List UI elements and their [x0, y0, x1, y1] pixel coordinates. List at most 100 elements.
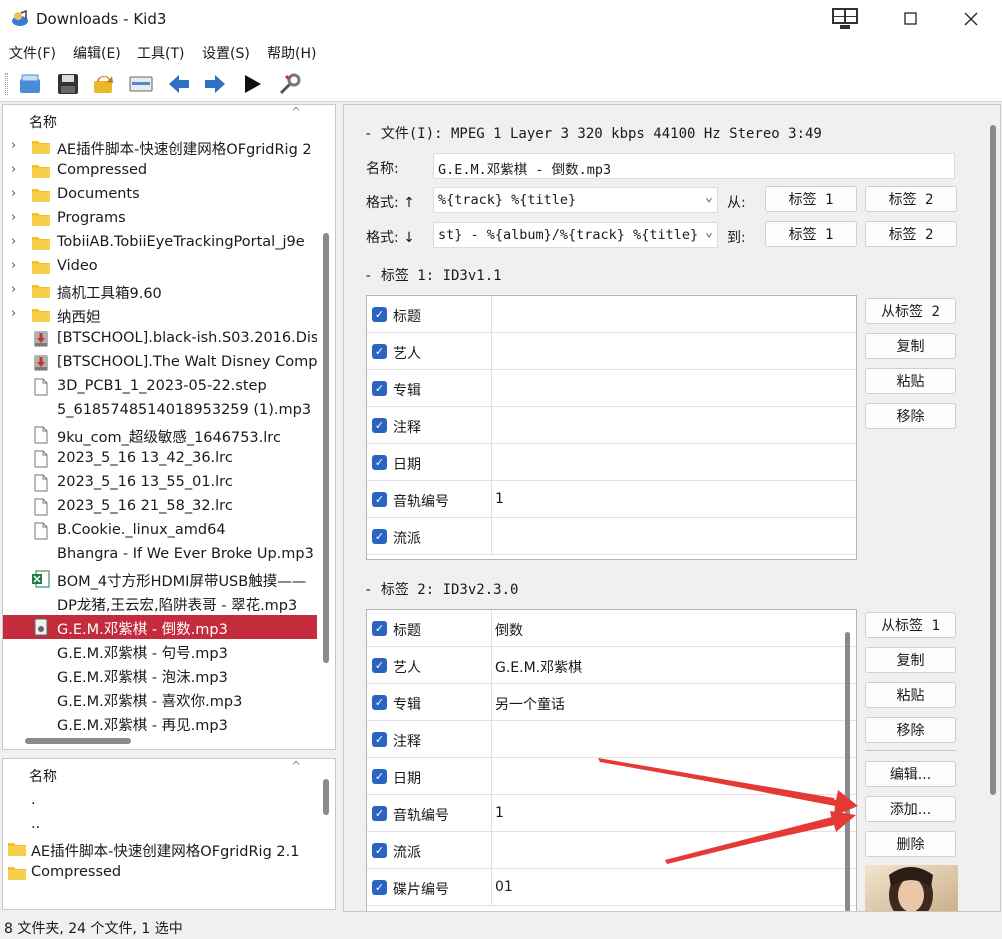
tag-field-row[interactable]: ✓ 注释 [367, 721, 856, 758]
tag2-from-filename-button[interactable]: 标签 2 [865, 221, 957, 247]
maximize-button[interactable] [888, 0, 934, 38]
cover-art-image[interactable] [865, 865, 958, 912]
checkbox-checked-icon[interactable]: ✓ [372, 529, 387, 544]
format-to-tag-combo[interactable]: st} - %{album}/%{track} %{title} ⌄ [433, 222, 718, 248]
tag2-remove-button[interactable]: 移除 [865, 717, 956, 743]
file-tree-row[interactable]: G.E.M.邓紫棋 - 喜欢你.mp3 [3, 687, 317, 711]
tag-field-row[interactable]: ✓ 艺人 G.E.M.邓紫棋 [367, 647, 856, 684]
file-tree-hscrollbar[interactable] [25, 738, 131, 744]
tag2-section-header[interactable]: - 标签 2: ID3v2.3.0 [364, 579, 518, 599]
open-button[interactable] [16, 70, 44, 98]
file-tree-row[interactable]: G.E.M.邓紫棋 - 再见.mp3 [3, 711, 317, 735]
close-button[interactable] [948, 0, 994, 38]
tag2-delete-button[interactable]: 删除 [865, 831, 956, 857]
tag1-table[interactable]: ✓ 标题 ✓ 艺人 ✓ 专辑 ✓ 注释 ✓ 日期 ✓ 音轨编号 1 ✓ 流派 [366, 295, 857, 560]
directory-list[interactable]: 名称 ^ ... AE插件脚本-快速创建网格OFgridRig 2.1 Compre… [2, 758, 336, 910]
tag-field-row[interactable]: ✓ 日期 [367, 444, 856, 481]
tag-field-row[interactable]: ✓ 专辑 [367, 370, 856, 407]
file-tree-row[interactable]: 5_6185748514018953259 (1).mp3 [3, 399, 317, 423]
tag1-remove-button[interactable]: 移除 [865, 403, 956, 429]
tag2-copy-button[interactable]: 复制 [865, 647, 956, 673]
file-tree-row[interactable]: › Documents [3, 183, 317, 207]
menu-edit[interactable]: 编辑(E) [73, 43, 121, 63]
tag-field-row[interactable]: ✓ 流派 [367, 832, 856, 869]
file-tree-row[interactable]: G.E.M.邓紫棋 - 句号.mp3 [3, 639, 317, 663]
tag2-table[interactable]: ✓ 标题 倒数 ✓ 艺人 G.E.M.邓紫棋 ✓ 专辑 另一个童话 ✓ 注释 ✓ 日期 ✓ 音轨编号 1 ✓ 流派… [366, 609, 857, 911]
tag1-paste-button[interactable]: 粘贴 [865, 368, 956, 394]
file-tree-row[interactable]: [BTSCHOOL].The Walt Disney Comp [3, 351, 317, 375]
checkbox-checked-icon[interactable]: ✓ [372, 418, 387, 433]
file-tree-row[interactable]: 2023_5_16 21_58_32.lrc [3, 495, 317, 519]
tag-field-row[interactable]: ✓ 注释 [367, 407, 856, 444]
tag-field-row[interactable]: ✓ 艺人 [367, 333, 856, 370]
tag1-copy-button[interactable]: 复制 [865, 333, 956, 359]
dir-list-row[interactable]: Compressed [3, 861, 317, 885]
filelist-button[interactable] [127, 70, 155, 98]
dir-list-row[interactable]: . [3, 789, 317, 813]
overlay-button[interactable] [822, 0, 868, 38]
file-tree-row[interactable]: Bhangra - If We Ever Broke Up.mp3 [3, 543, 317, 567]
revert-button[interactable] [89, 70, 117, 98]
file-tree-row[interactable]: › 搞机工具箱9.60 [3, 279, 317, 303]
file-tree-row[interactable]: 9ku_com_超级敏感_1646753.lrc [3, 423, 317, 447]
tag-field-value[interactable]: 1 [495, 805, 504, 821]
file-tree-row[interactable]: G.E.M.邓紫棋 - 泡沫.mp3 [3, 663, 317, 687]
tag1-from-tag2-button[interactable]: 从标签 2 [865, 298, 956, 324]
menu-tools[interactable]: 工具(T) [137, 43, 184, 63]
tag-field-value[interactable]: 倒数 [495, 620, 523, 640]
checkbox-checked-icon[interactable]: ✓ [372, 492, 387, 507]
chevron-right-icon[interactable]: › [11, 282, 16, 297]
menu-file[interactable]: 文件(F) [9, 43, 56, 63]
checkbox-checked-icon[interactable]: ✓ [372, 769, 387, 784]
tag-field-row[interactable]: ✓ 标题 倒数 [367, 610, 856, 647]
tag1-from-filename-button[interactable]: 标签 1 [765, 221, 857, 247]
file-tree-row[interactable]: › AE插件脚本-快速创建网格OFgridRig 2 [3, 135, 317, 159]
menu-help[interactable]: 帮助(H) [267, 43, 316, 63]
checkbox-checked-icon[interactable]: ✓ [372, 658, 387, 673]
file-tree-row[interactable]: 2023_5_16 13_42_36.lrc [3, 447, 317, 471]
dir-list-row[interactable]: .. [3, 813, 317, 837]
checkbox-checked-icon[interactable]: ✓ [372, 455, 387, 470]
chevron-right-icon[interactable]: › [11, 306, 16, 321]
tag2-edit-button[interactable]: 编辑... [865, 761, 956, 787]
tag-field-row[interactable]: ✓ 音轨编号 1 [367, 795, 856, 832]
checkbox-checked-icon[interactable]: ✓ [372, 843, 387, 858]
file-tree-row[interactable]: › Compressed [3, 159, 317, 183]
format-from-tag-combo[interactable]: %{track} %{title} ⌄ [433, 187, 718, 213]
file-tree-vscrollbar[interactable] [323, 233, 329, 663]
file-tree-row[interactable]: G.E.M.邓紫棋 - 倒数.mp3 [3, 615, 317, 639]
settings-button[interactable] [276, 70, 304, 98]
checkbox-checked-icon[interactable]: ✓ [372, 621, 387, 636]
file-section-header[interactable]: - 文件(I): MPEG 1 Layer 3 320 kbps 44100 H… [364, 123, 822, 143]
previous-button[interactable] [165, 70, 193, 98]
menu-settings[interactable]: 设置(S) [202, 43, 250, 63]
tag2-table-vscrollbar[interactable] [845, 632, 850, 911]
file-tree[interactable]: 名称 ^ › AE插件脚本-快速创建网格OFgridRig 2 › Compresse… [2, 104, 336, 750]
chevron-right-icon[interactable]: › [11, 234, 16, 249]
chevron-right-icon[interactable]: › [11, 162, 16, 177]
file-tree-row[interactable]: DP龙猪,王云宏,陷阱表哥 - 翠花.mp3 [3, 591, 317, 615]
dir-list-header[interactable]: 名称 ^ [3, 759, 335, 789]
next-button[interactable] [201, 70, 229, 98]
file-tree-row[interactable]: BOM_4寸方形HDMI屏带USB触摸—— [3, 567, 317, 591]
file-tree-header[interactable]: 名称 ^ [3, 105, 335, 135]
file-tree-row[interactable]: › Video [3, 255, 317, 279]
dir-list-vscrollbar[interactable] [323, 779, 329, 815]
tag-panel-vscrollbar[interactable] [990, 125, 996, 795]
tag-field-row[interactable]: ✓ 流派 [367, 518, 856, 555]
checkbox-checked-icon[interactable]: ✓ [372, 344, 387, 359]
file-tree-row[interactable]: 3D_PCB1_1_2023-05-22.step [3, 375, 317, 399]
file-tree-row[interactable]: B.Cookie._linux_amd64 [3, 519, 317, 543]
tag-field-value[interactable]: 另一个童话 [495, 694, 565, 714]
checkbox-checked-icon[interactable]: ✓ [372, 880, 387, 895]
save-button[interactable] [54, 70, 82, 98]
play-button[interactable] [238, 70, 266, 98]
file-tree-row[interactable]: › Programs [3, 207, 317, 231]
tag2-add-button[interactable]: 添加... [865, 796, 956, 822]
tag-field-value[interactable]: 1 [495, 491, 504, 507]
dir-list-row[interactable]: AE插件脚本-快速创建网格OFgridRig 2.1 [3, 837, 317, 861]
filename-field[interactable]: G.E.M.邓紫棋 - 倒数.mp3 [433, 153, 955, 179]
filename-from-tag1-button[interactable]: 标签 1 [765, 186, 857, 212]
chevron-right-icon[interactable]: › [11, 186, 16, 201]
checkbox-checked-icon[interactable]: ✓ [372, 381, 387, 396]
